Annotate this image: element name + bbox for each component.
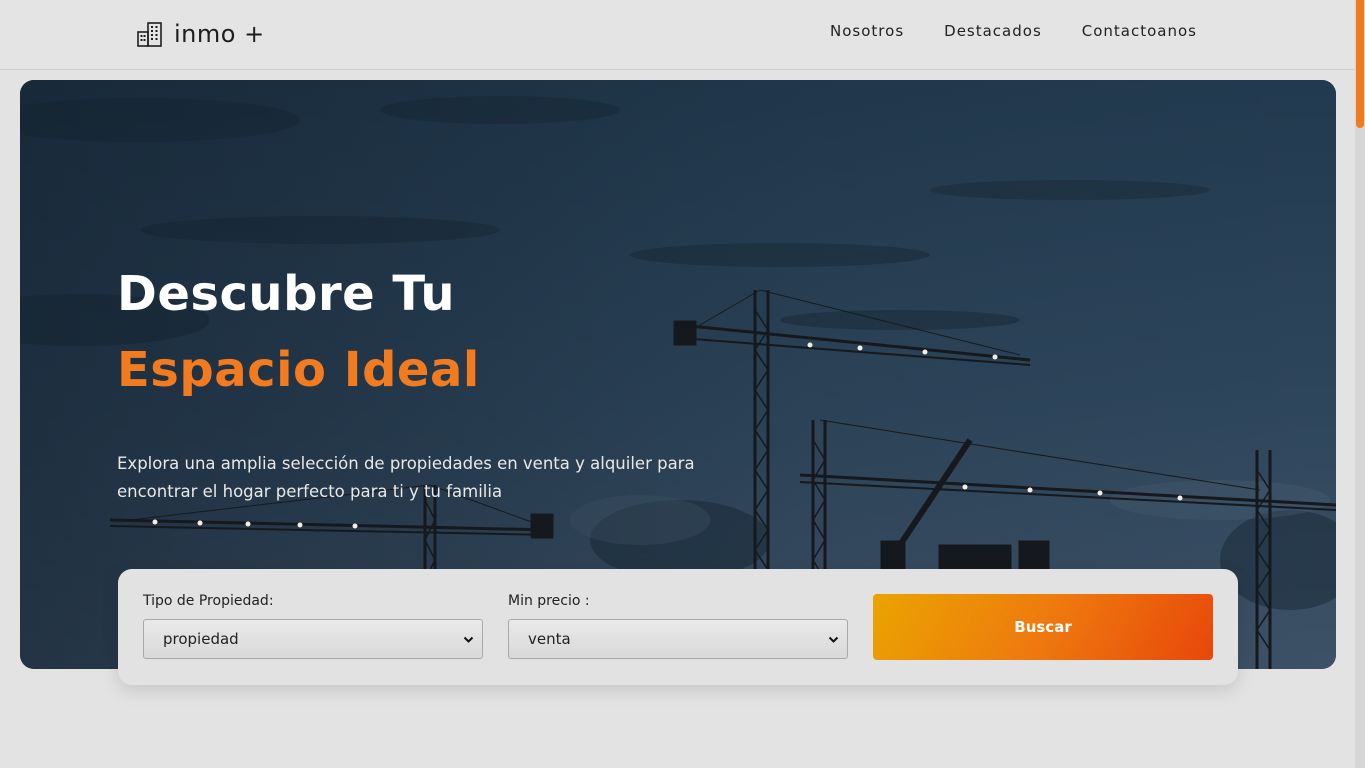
precio-field: Min precio : venta <box>508 593 848 659</box>
page-scrollbar[interactable] <box>1355 0 1365 768</box>
hero-title-line1: Descubre Tu <box>117 266 456 322</box>
main-nav: Nosotros Destacados Contactoanos <box>830 22 1197 40</box>
precio-label: Min precio : <box>508 593 590 609</box>
tipo-field: Tipo de Propiedad: propiedad <box>143 593 483 659</box>
nav-link-destacados[interactable]: Destacados <box>944 22 1042 40</box>
site-header: inmo + Nosotros Destacados Contactoanos <box>0 0 1355 70</box>
building-icon <box>137 22 162 47</box>
buscar-button[interactable]: Buscar <box>873 594 1213 660</box>
tipo-select-value: propiedad <box>163 630 239 648</box>
property-search-form: Tipo de Propiedad: propiedad Min precio … <box>118 569 1238 685</box>
brand-logo[interactable]: inmo + <box>136 17 265 51</box>
nav-link-nosotros[interactable]: Nosotros <box>830 22 904 40</box>
tipo-select[interactable]: propiedad <box>143 619 483 659</box>
brand-name: inmo + <box>174 20 265 48</box>
hero-title-line2: Espacio Ideal <box>117 342 480 398</box>
hero-subtitle: Explora una amplia selección de propieda… <box>117 453 695 501</box>
scrollbar-thumb[interactable] <box>1356 0 1364 128</box>
tipo-label: Tipo de Propiedad: <box>143 593 274 609</box>
precio-select-value: venta <box>528 630 571 648</box>
chevron-down-icon <box>828 636 839 643</box>
chevron-down-icon <box>463 636 474 643</box>
nav-link-contacto[interactable]: Contactoanos <box>1082 22 1197 40</box>
precio-select[interactable]: venta <box>508 619 848 659</box>
